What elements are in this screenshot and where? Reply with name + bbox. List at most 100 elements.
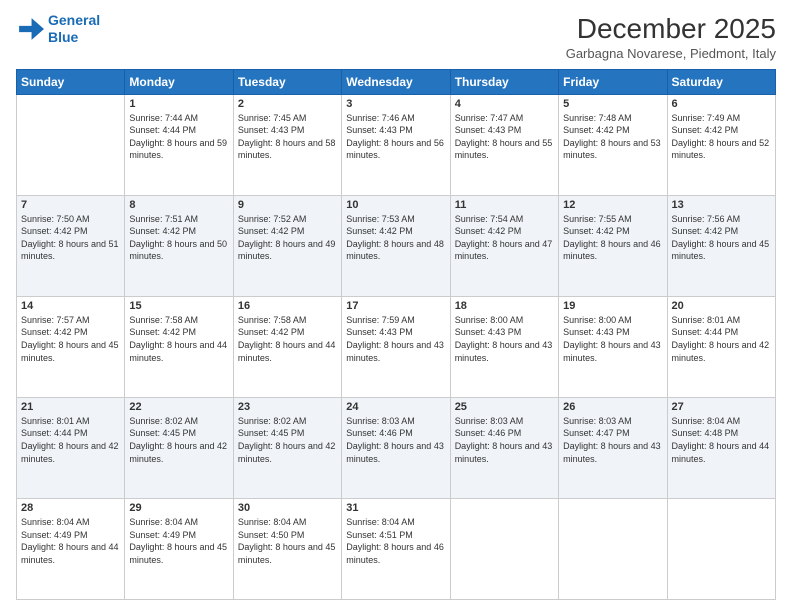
calendar-cell: 19 Sunrise: 8:00 AMSunset: 4:43 PMDaylig… <box>559 296 667 397</box>
day-number: 30 <box>238 502 337 514</box>
calendar-cell: 27 Sunrise: 8:04 AMSunset: 4:48 PMDaylig… <box>667 397 775 498</box>
day-info: Sunrise: 8:04 AMSunset: 4:49 PMDaylight:… <box>129 516 228 566</box>
calendar-cell: 8 Sunrise: 7:51 AMSunset: 4:42 PMDayligh… <box>125 195 233 296</box>
day-info: Sunrise: 8:01 AMSunset: 4:44 PMDaylight:… <box>672 314 771 364</box>
logo-icon <box>16 15 44 43</box>
col-tuesday: Tuesday <box>233 69 341 94</box>
col-sunday: Sunday <box>17 69 125 94</box>
logo-blue: Blue <box>48 29 78 45</box>
calendar-cell: 14 Sunrise: 7:57 AMSunset: 4:42 PMDaylig… <box>17 296 125 397</box>
calendar-cell <box>450 498 558 599</box>
day-info: Sunrise: 7:54 AMSunset: 4:42 PMDaylight:… <box>455 213 554 263</box>
logo-text: General Blue <box>48 12 100 46</box>
calendar-cell <box>667 498 775 599</box>
day-info: Sunrise: 7:58 AMSunset: 4:42 PMDaylight:… <box>238 314 337 364</box>
calendar-cell <box>559 498 667 599</box>
day-info: Sunrise: 8:03 AMSunset: 4:46 PMDaylight:… <box>455 415 554 465</box>
day-info: Sunrise: 7:50 AMSunset: 4:42 PMDaylight:… <box>21 213 120 263</box>
calendar-cell: 9 Sunrise: 7:52 AMSunset: 4:42 PMDayligh… <box>233 195 341 296</box>
calendar-cell: 29 Sunrise: 8:04 AMSunset: 4:49 PMDaylig… <box>125 498 233 599</box>
calendar-cell: 23 Sunrise: 8:02 AMSunset: 4:45 PMDaylig… <box>233 397 341 498</box>
day-info: Sunrise: 8:00 AMSunset: 4:43 PMDaylight:… <box>455 314 554 364</box>
day-number: 20 <box>672 300 771 312</box>
day-info: Sunrise: 8:04 AMSunset: 4:48 PMDaylight:… <box>672 415 771 465</box>
col-saturday: Saturday <box>667 69 775 94</box>
day-number: 10 <box>346 199 445 211</box>
day-number: 18 <box>455 300 554 312</box>
col-wednesday: Wednesday <box>342 69 450 94</box>
calendar-cell: 20 Sunrise: 8:01 AMSunset: 4:44 PMDaylig… <box>667 296 775 397</box>
day-info: Sunrise: 7:44 AMSunset: 4:44 PMDaylight:… <box>129 112 228 162</box>
day-number: 15 <box>129 300 228 312</box>
day-info: Sunrise: 7:56 AMSunset: 4:42 PMDaylight:… <box>672 213 771 263</box>
day-number: 28 <box>21 502 120 514</box>
day-number: 22 <box>129 401 228 413</box>
day-info: Sunrise: 8:02 AMSunset: 4:45 PMDaylight:… <box>238 415 337 465</box>
calendar-cell: 28 Sunrise: 8:04 AMSunset: 4:49 PMDaylig… <box>17 498 125 599</box>
calendar-week-5: 28 Sunrise: 8:04 AMSunset: 4:49 PMDaylig… <box>17 498 776 599</box>
header-row: Sunday Monday Tuesday Wednesday Thursday… <box>17 69 776 94</box>
logo-general: General <box>48 12 100 28</box>
day-number: 9 <box>238 199 337 211</box>
day-info: Sunrise: 8:04 AMSunset: 4:51 PMDaylight:… <box>346 516 445 566</box>
day-number: 8 <box>129 199 228 211</box>
calendar-cell: 24 Sunrise: 8:03 AMSunset: 4:46 PMDaylig… <box>342 397 450 498</box>
calendar-cell: 17 Sunrise: 7:59 AMSunset: 4:43 PMDaylig… <box>342 296 450 397</box>
calendar-cell: 31 Sunrise: 8:04 AMSunset: 4:51 PMDaylig… <box>342 498 450 599</box>
title-block: December 2025 Garbagna Novarese, Piedmon… <box>566 12 776 61</box>
day-info: Sunrise: 7:57 AMSunset: 4:42 PMDaylight:… <box>21 314 120 364</box>
calendar-cell: 18 Sunrise: 8:00 AMSunset: 4:43 PMDaylig… <box>450 296 558 397</box>
day-number: 31 <box>346 502 445 514</box>
day-number: 21 <box>21 401 120 413</box>
logo: General Blue <box>16 12 100 46</box>
main-title: December 2025 <box>566 12 776 46</box>
calendar-cell: 12 Sunrise: 7:55 AMSunset: 4:42 PMDaylig… <box>559 195 667 296</box>
calendar-week-3: 14 Sunrise: 7:57 AMSunset: 4:42 PMDaylig… <box>17 296 776 397</box>
calendar-cell: 13 Sunrise: 7:56 AMSunset: 4:42 PMDaylig… <box>667 195 775 296</box>
calendar-week-2: 7 Sunrise: 7:50 AMSunset: 4:42 PMDayligh… <box>17 195 776 296</box>
day-number: 13 <box>672 199 771 211</box>
col-monday: Monday <box>125 69 233 94</box>
day-number: 7 <box>21 199 120 211</box>
calendar-cell: 1 Sunrise: 7:44 AMSunset: 4:44 PMDayligh… <box>125 94 233 195</box>
day-number: 4 <box>455 98 554 110</box>
col-thursday: Thursday <box>450 69 558 94</box>
calendar-cell: 22 Sunrise: 8:02 AMSunset: 4:45 PMDaylig… <box>125 397 233 498</box>
calendar-cell: 5 Sunrise: 7:48 AMSunset: 4:42 PMDayligh… <box>559 94 667 195</box>
day-number: 11 <box>455 199 554 211</box>
calendar-cell: 30 Sunrise: 8:04 AMSunset: 4:50 PMDaylig… <box>233 498 341 599</box>
day-number: 23 <box>238 401 337 413</box>
day-number: 19 <box>563 300 662 312</box>
day-number: 12 <box>563 199 662 211</box>
day-info: Sunrise: 7:55 AMSunset: 4:42 PMDaylight:… <box>563 213 662 263</box>
header: General Blue December 2025 Garbagna Nova… <box>16 12 776 61</box>
calendar-cell: 16 Sunrise: 7:58 AMSunset: 4:42 PMDaylig… <box>233 296 341 397</box>
day-info: Sunrise: 8:02 AMSunset: 4:45 PMDaylight:… <box>129 415 228 465</box>
day-info: Sunrise: 7:48 AMSunset: 4:42 PMDaylight:… <box>563 112 662 162</box>
day-number: 29 <box>129 502 228 514</box>
day-number: 2 <box>238 98 337 110</box>
calendar-body: 1 Sunrise: 7:44 AMSunset: 4:44 PMDayligh… <box>17 94 776 599</box>
day-number: 3 <box>346 98 445 110</box>
calendar-table: Sunday Monday Tuesday Wednesday Thursday… <box>16 69 776 600</box>
calendar-week-4: 21 Sunrise: 8:01 AMSunset: 4:44 PMDaylig… <box>17 397 776 498</box>
calendar-cell: 3 Sunrise: 7:46 AMSunset: 4:43 PMDayligh… <box>342 94 450 195</box>
day-info: Sunrise: 8:03 AMSunset: 4:46 PMDaylight:… <box>346 415 445 465</box>
calendar-cell: 7 Sunrise: 7:50 AMSunset: 4:42 PMDayligh… <box>17 195 125 296</box>
calendar-cell: 21 Sunrise: 8:01 AMSunset: 4:44 PMDaylig… <box>17 397 125 498</box>
col-friday: Friday <box>559 69 667 94</box>
day-info: Sunrise: 7:53 AMSunset: 4:42 PMDaylight:… <box>346 213 445 263</box>
calendar-cell: 6 Sunrise: 7:49 AMSunset: 4:42 PMDayligh… <box>667 94 775 195</box>
day-info: Sunrise: 7:49 AMSunset: 4:42 PMDaylight:… <box>672 112 771 162</box>
day-info: Sunrise: 8:03 AMSunset: 4:47 PMDaylight:… <box>563 415 662 465</box>
day-number: 14 <box>21 300 120 312</box>
calendar-cell: 11 Sunrise: 7:54 AMSunset: 4:42 PMDaylig… <box>450 195 558 296</box>
day-info: Sunrise: 8:01 AMSunset: 4:44 PMDaylight:… <box>21 415 120 465</box>
day-number: 27 <box>672 401 771 413</box>
day-number: 5 <box>563 98 662 110</box>
subtitle: Garbagna Novarese, Piedmont, Italy <box>566 46 776 61</box>
day-number: 17 <box>346 300 445 312</box>
calendar-cell: 10 Sunrise: 7:53 AMSunset: 4:42 PMDaylig… <box>342 195 450 296</box>
day-info: Sunrise: 8:04 AMSunset: 4:50 PMDaylight:… <box>238 516 337 566</box>
day-info: Sunrise: 7:46 AMSunset: 4:43 PMDaylight:… <box>346 112 445 162</box>
